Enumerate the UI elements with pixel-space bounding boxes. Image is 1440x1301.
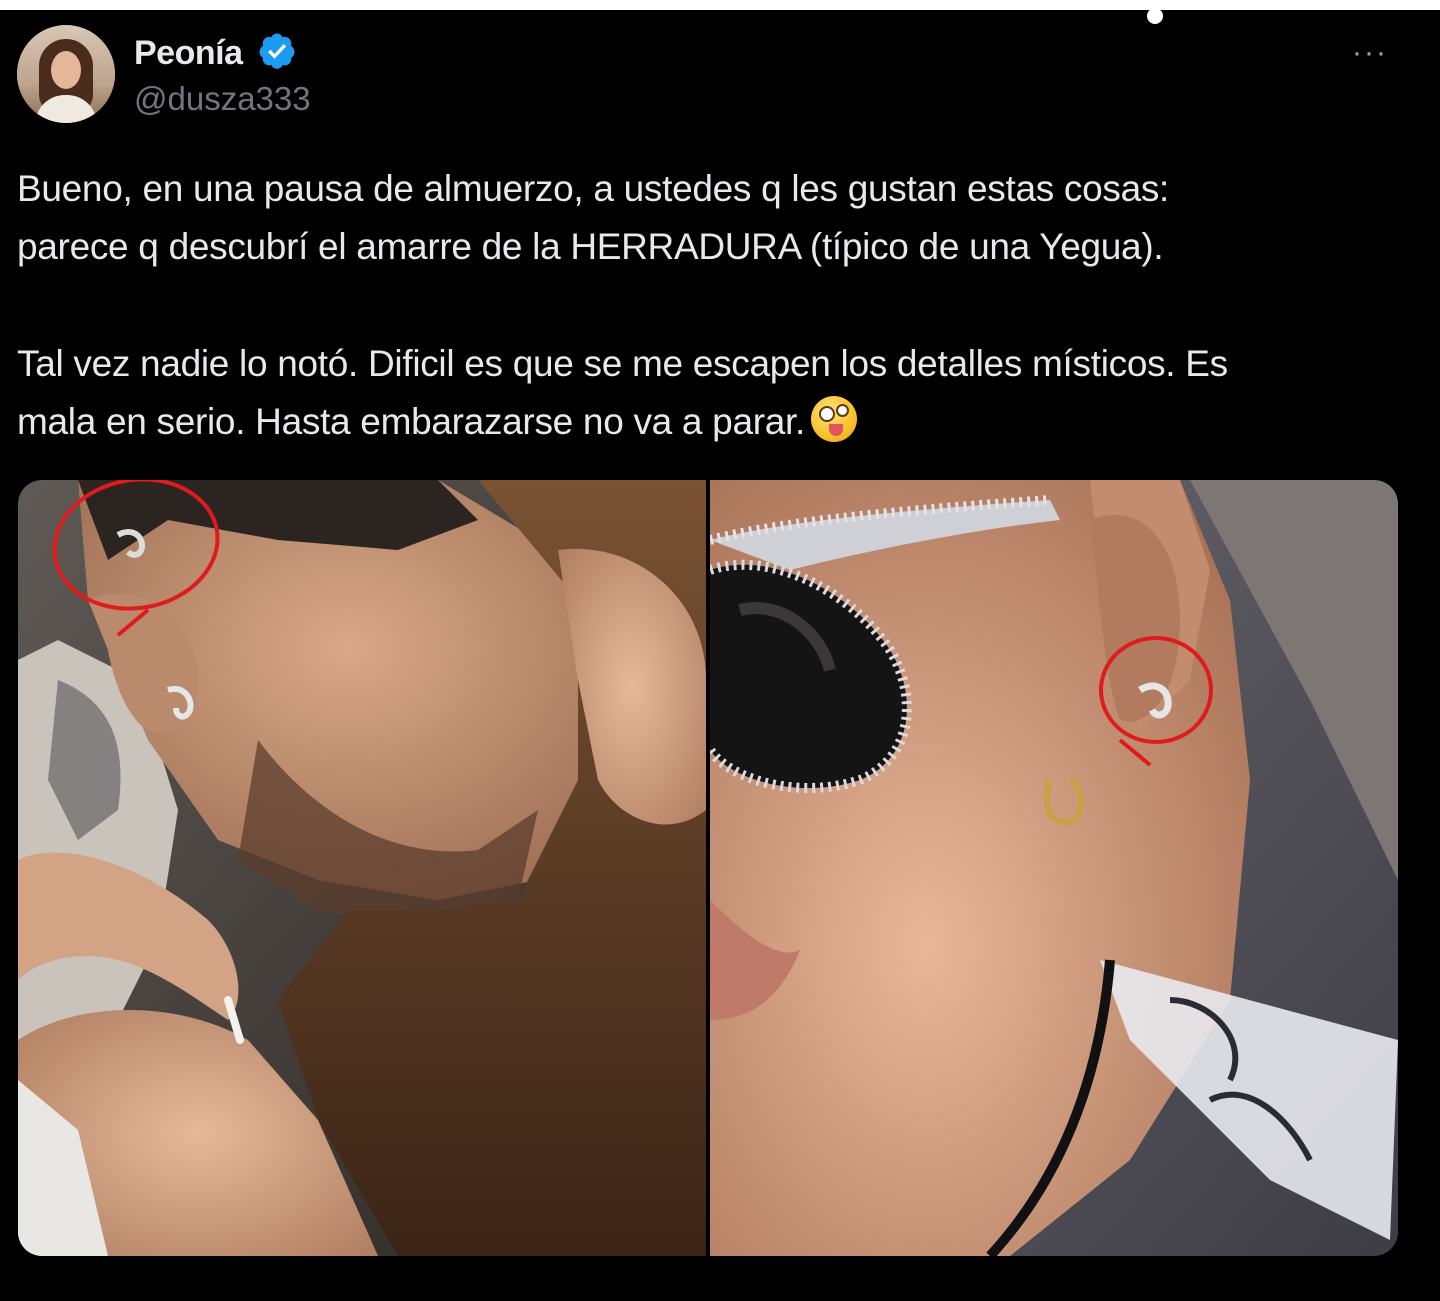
tweet[interactable]: Peonía @dusza333 ··· Bueno, en una pausa… (0, 8, 1440, 1301)
avatar[interactable] (17, 25, 115, 123)
media-photo-2[interactable] (710, 480, 1398, 1256)
tweet-text-line: Tal vez nadie lo notó. Dificil es que se… (17, 343, 1228, 384)
photo-sunglasses-image (710, 480, 1398, 1256)
tweet-text-paragraph-2: Tal vez nadie lo notó. Dificil es que se… (17, 335, 1228, 451)
tweet-text-span: mala en serio. Hasta embarazarse no va a… (17, 401, 805, 442)
handle[interactable]: @dusza333 (134, 80, 311, 118)
media-photo-1[interactable] (18, 480, 706, 1256)
tweet-text-line: Bueno, en una pausa de almuerzo, a usted… (17, 168, 1170, 209)
zany-face-icon (810, 396, 857, 442)
tweet-text-line: mala en serio. Hasta embarazarse no va a… (17, 393, 1228, 451)
scroll-indicator (1147, 8, 1163, 24)
verified-badge-icon (259, 33, 295, 69)
photo-couple-image (18, 480, 706, 1256)
display-name[interactable]: Peonía (134, 34, 243, 73)
tweet-text-paragraph-1: Bueno, en una pausa de almuerzo, a usted… (17, 160, 1169, 276)
tweet-text-line: parece q descubrí el amarre de la HERRAD… (17, 226, 1164, 267)
more-options-icon[interactable]: ··· (1352, 36, 1388, 70)
media-grid[interactable] (18, 480, 1398, 1256)
